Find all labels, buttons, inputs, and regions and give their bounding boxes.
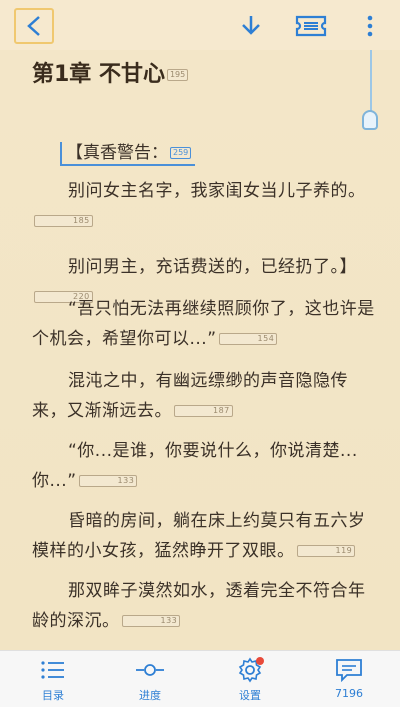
paragraph-comment-badge[interactable]: 259 [170, 147, 192, 159]
back-button[interactable] [14, 8, 54, 44]
bookmark-string [370, 50, 372, 114]
paragraph: 混沌之中，有幽远缥缈的声音隐隐传来，又渐渐远去。 187 [32, 366, 378, 426]
tab-label: 7196 [335, 687, 363, 700]
tab-progress[interactable]: 进度 [115, 657, 185, 703]
tab-label: 进度 [139, 689, 161, 702]
warning-note: 【真香警告： 259 [60, 142, 196, 166]
comment-icon [336, 659, 362, 682]
notification-dot [256, 657, 264, 665]
paragraph: “吾只怕无法再继续照顾你了，这也许是个机会，希望你可以...” 154 [32, 294, 378, 354]
paragraph-text: 那双眸子漠然如水，透着完全不符合年龄的深沉。 [32, 581, 366, 631]
paragraph: 别问女主名字，我家闺女当儿子养的。 185 [32, 176, 378, 236]
paragraph-comment-badge[interactable]: 187 [174, 405, 233, 417]
more-icon [367, 15, 373, 37]
paragraph-text: 别问女主名字，我家闺女当儿子养的。 [68, 181, 366, 201]
ticket-icon [295, 15, 327, 37]
tab-settings[interactable]: 设置 [215, 657, 285, 703]
warning-text: 【真香警告： [66, 143, 168, 163]
top-toolbar [0, 0, 400, 50]
chapter-title: 第1章 不甘心 195 [32, 56, 189, 88]
paragraph-comment-badge[interactable]: 195 [166, 69, 189, 81]
paragraph-text: “吾只怕无法再继续照顾你了，这也许是个机会，希望你可以...” [32, 299, 375, 349]
list-icon [41, 661, 64, 679]
paragraph-text: 别问男主，充话费送的，已经扔了。】 [68, 257, 357, 277]
bottom-toolbar: 目录 进度 设置 7196 [0, 650, 400, 707]
paragraph-comment-badge[interactable]: 185 [34, 215, 93, 227]
ticket-button[interactable] [294, 12, 328, 40]
chapter-title-text: 第1章 不甘心 [32, 62, 165, 87]
paragraph-comment-badge[interactable]: 133 [121, 615, 181, 627]
tab-label: 目录 [42, 689, 64, 702]
tab-catalog[interactable]: 目录 [18, 657, 88, 703]
progress-icon [136, 664, 164, 676]
paragraph-comment-badge[interactable]: 119 [296, 545, 356, 557]
tab-comments[interactable]: 7196 [314, 657, 384, 703]
paragraph-comment-badge[interactable]: 133 [78, 475, 138, 487]
bookmark-pull-icon[interactable] [362, 110, 378, 130]
download-button[interactable] [236, 12, 266, 40]
tab-label: 设置 [239, 689, 261, 702]
reader-page[interactable]: 第1章 不甘心 195 【真香警告： 259 别问女主名字，我家闺女当儿子养的。 18… [0, 50, 400, 650]
paragraph: 那双眸子漠然如水，透着完全不符合年龄的深沉。 133 [32, 576, 378, 636]
download-icon [242, 16, 260, 35]
more-button[interactable] [360, 12, 380, 40]
paragraph-comment-badge[interactable]: 154 [218, 333, 278, 345]
back-icon [27, 16, 40, 36]
paragraph: 昏暗的房间，躺在床上约莫只有五六岁模样的小女孩，猛然睁开了双眼。 119 [32, 506, 378, 566]
paragraph: “你...是谁，你要说什么，你说清楚...你...” 133 [32, 436, 378, 496]
